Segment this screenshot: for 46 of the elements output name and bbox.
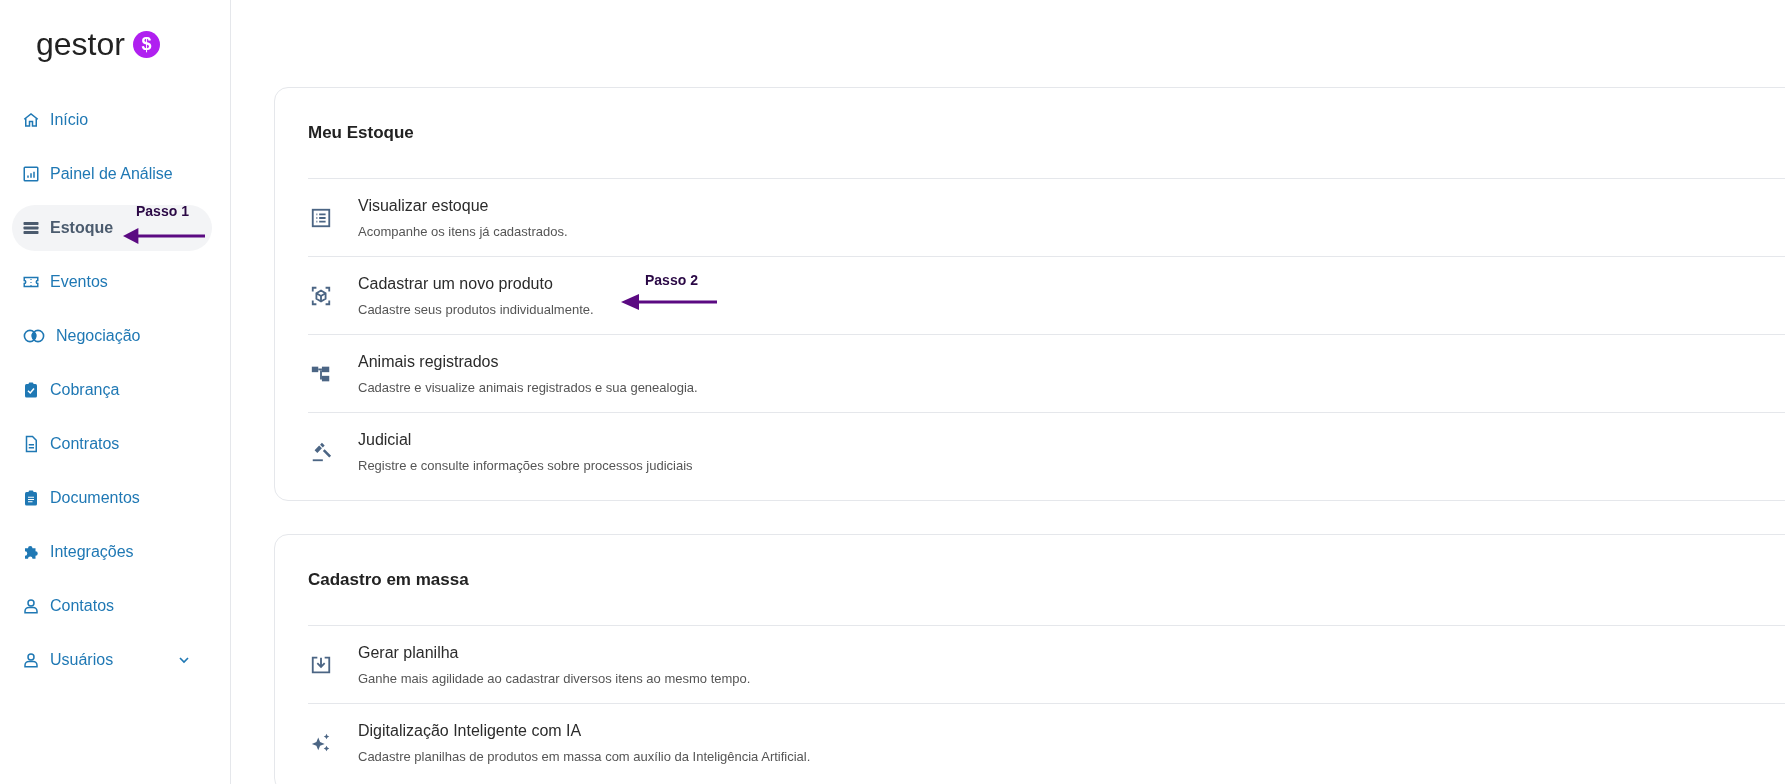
card-title: Meu Estoque: [308, 122, 415, 144]
menu-row[interactable]: Judicial Registre e consulte informações sobre processos judiciais: [308, 412, 1785, 490]
list-icon: [22, 219, 40, 237]
sidebar-item[interactable]: Painel de Análise: [12, 151, 212, 197]
card-title: Cadastro em massa: [308, 569, 470, 591]
row-title: Gerar planilha: [358, 642, 460, 663]
annotation-label: Passo 2: [645, 271, 698, 290]
menu-row[interactable]: Animais registrados Cadastre e visualize animais registrados e sua genealogia.: [308, 334, 1785, 412]
bar-chart-icon: [22, 165, 40, 183]
sparkles-icon: [310, 731, 332, 754]
menu-row[interactable]: Gerar planilha Ganhe mais agilidade ao cadastrar diversos itens ao mesmo tempo.: [308, 625, 1785, 703]
row-description: Cadastre seus produtos individualmente.: [358, 300, 594, 319]
clipboard-icon: [22, 489, 40, 507]
sidebar-item[interactable]: Integrações: [12, 529, 212, 575]
person-icon: [22, 651, 40, 669]
list-icon: [310, 206, 332, 229]
sidebar-item[interactable]: Início: [12, 97, 212, 143]
person-icon: [22, 597, 40, 615]
sidebar-item[interactable]: Documentos: [12, 475, 212, 521]
row-title: Digitalização Inteligente com IA: [358, 720, 583, 741]
dollar-badge: $: [132, 30, 160, 58]
menu-row[interactable]: Visualizar estoque Acompanhe os itens já cadastrados.: [308, 178, 1785, 256]
gavel-icon: [310, 440, 332, 463]
row-description: Ganhe mais agilidade ao cadastrar diversos itens ao mesmo tempo.: [358, 669, 751, 688]
row-title: Cadastrar um novo produto: [358, 273, 554, 294]
row-description: Cadastre e visualize animais registrados e sua genealogia.: [358, 378, 698, 397]
row-description: Registre e consulte informações sobre processos judiciais: [358, 456, 693, 475]
row-title: Visualizar estoque: [358, 195, 490, 216]
sidebar-item[interactable]: Contatos: [12, 583, 212, 629]
menu-row[interactable]: Digitalização Inteligente com IA Cadastre planilhas de produtos em massa com auxílio da Inteligência Artificial.: [308, 703, 1785, 781]
logo-text: gestor: [36, 28, 125, 60]
sidebar-item[interactable]: Usuários: [12, 637, 212, 683]
row-description: Cadastre planilhas de produtos em massa com auxílio da Inteligência Artificial.: [358, 747, 811, 766]
sidebar-item[interactable]: Eventos: [12, 259, 212, 305]
cube-scan-icon: [310, 284, 332, 307]
clipboard-check-icon: [22, 381, 40, 399]
sidebar-item[interactable]: Contratos: [12, 421, 212, 467]
row-title: Judicial: [358, 429, 413, 450]
home-icon: [22, 111, 40, 129]
overlapping-circles-icon: [22, 327, 46, 345]
row-description: Acompanhe os itens já cadastrados.: [358, 222, 568, 241]
sidebar-item[interactable]: Cobrança: [12, 367, 212, 413]
puzzle-icon: [22, 543, 40, 561]
sidebar-item[interactable]: Negociação: [12, 313, 212, 359]
row-title: Animais registrados: [358, 351, 500, 372]
annotation-label: Passo 1: [136, 202, 189, 221]
